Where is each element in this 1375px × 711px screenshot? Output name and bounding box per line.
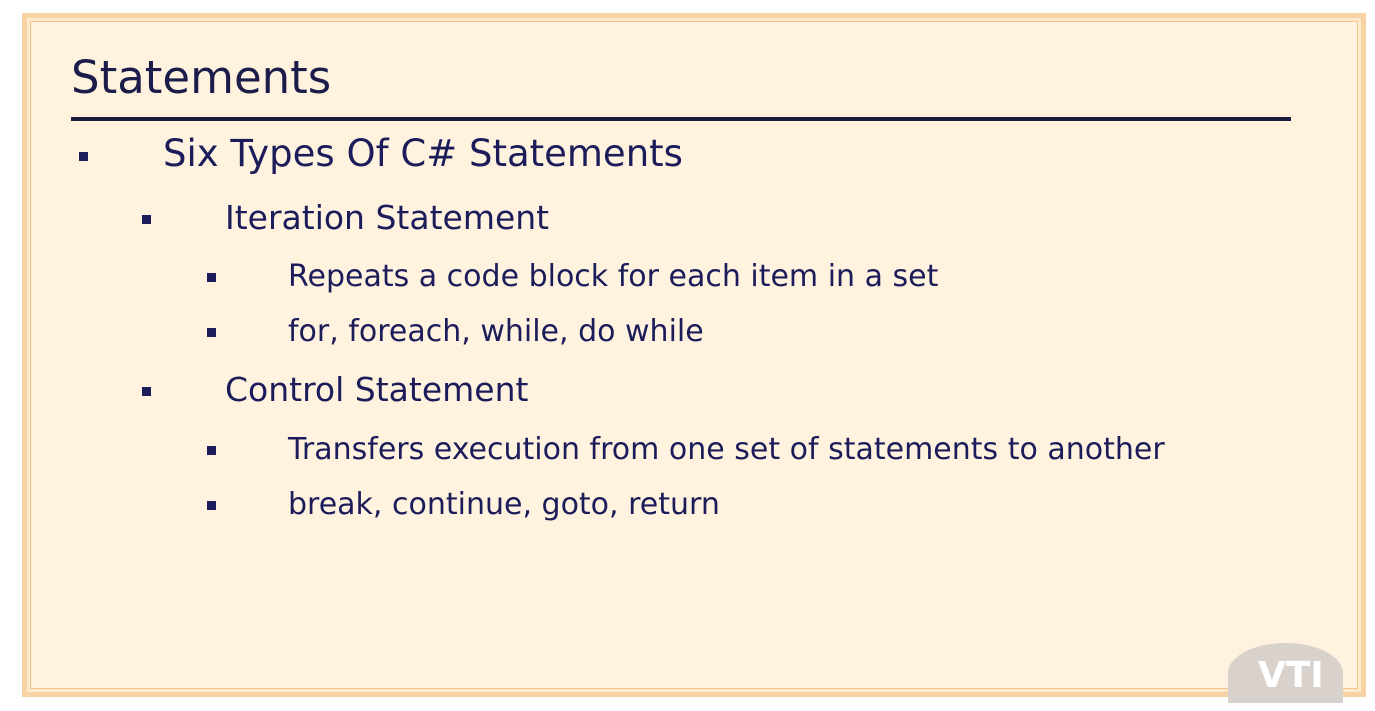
logo-text: VTI — [1258, 655, 1324, 696]
list-item-level2: Control Statement — [225, 370, 529, 409]
title-underline — [71, 117, 1291, 121]
list-item-level3: Transfers execution from one set of stat… — [288, 432, 1165, 467]
slide: Statements Six Types Of C# Statements It… — [22, 13, 1366, 697]
bullet-icon — [207, 273, 216, 282]
bullet-icon — [142, 387, 151, 396]
list-item-level1: Six Types Of C# Statements — [163, 132, 683, 175]
bullet-icon — [142, 215, 151, 224]
bullet-icon — [207, 501, 216, 510]
list-item-level3: Repeats a code block for each item in a … — [288, 259, 939, 294]
list-item-level3: for, foreach, while, do while — [288, 314, 704, 349]
bullet-icon — [207, 328, 216, 337]
list-item-level2: Iteration Statement — [225, 198, 550, 237]
bullet-icon — [79, 152, 88, 161]
slide-title: Statements — [71, 51, 332, 104]
vti-logo: VTI — [1228, 643, 1343, 703]
list-item-level3: break, continue, goto, return — [288, 487, 720, 522]
bullet-icon — [207, 446, 216, 455]
page: Statements Six Types Of C# Statements It… — [0, 0, 1375, 711]
